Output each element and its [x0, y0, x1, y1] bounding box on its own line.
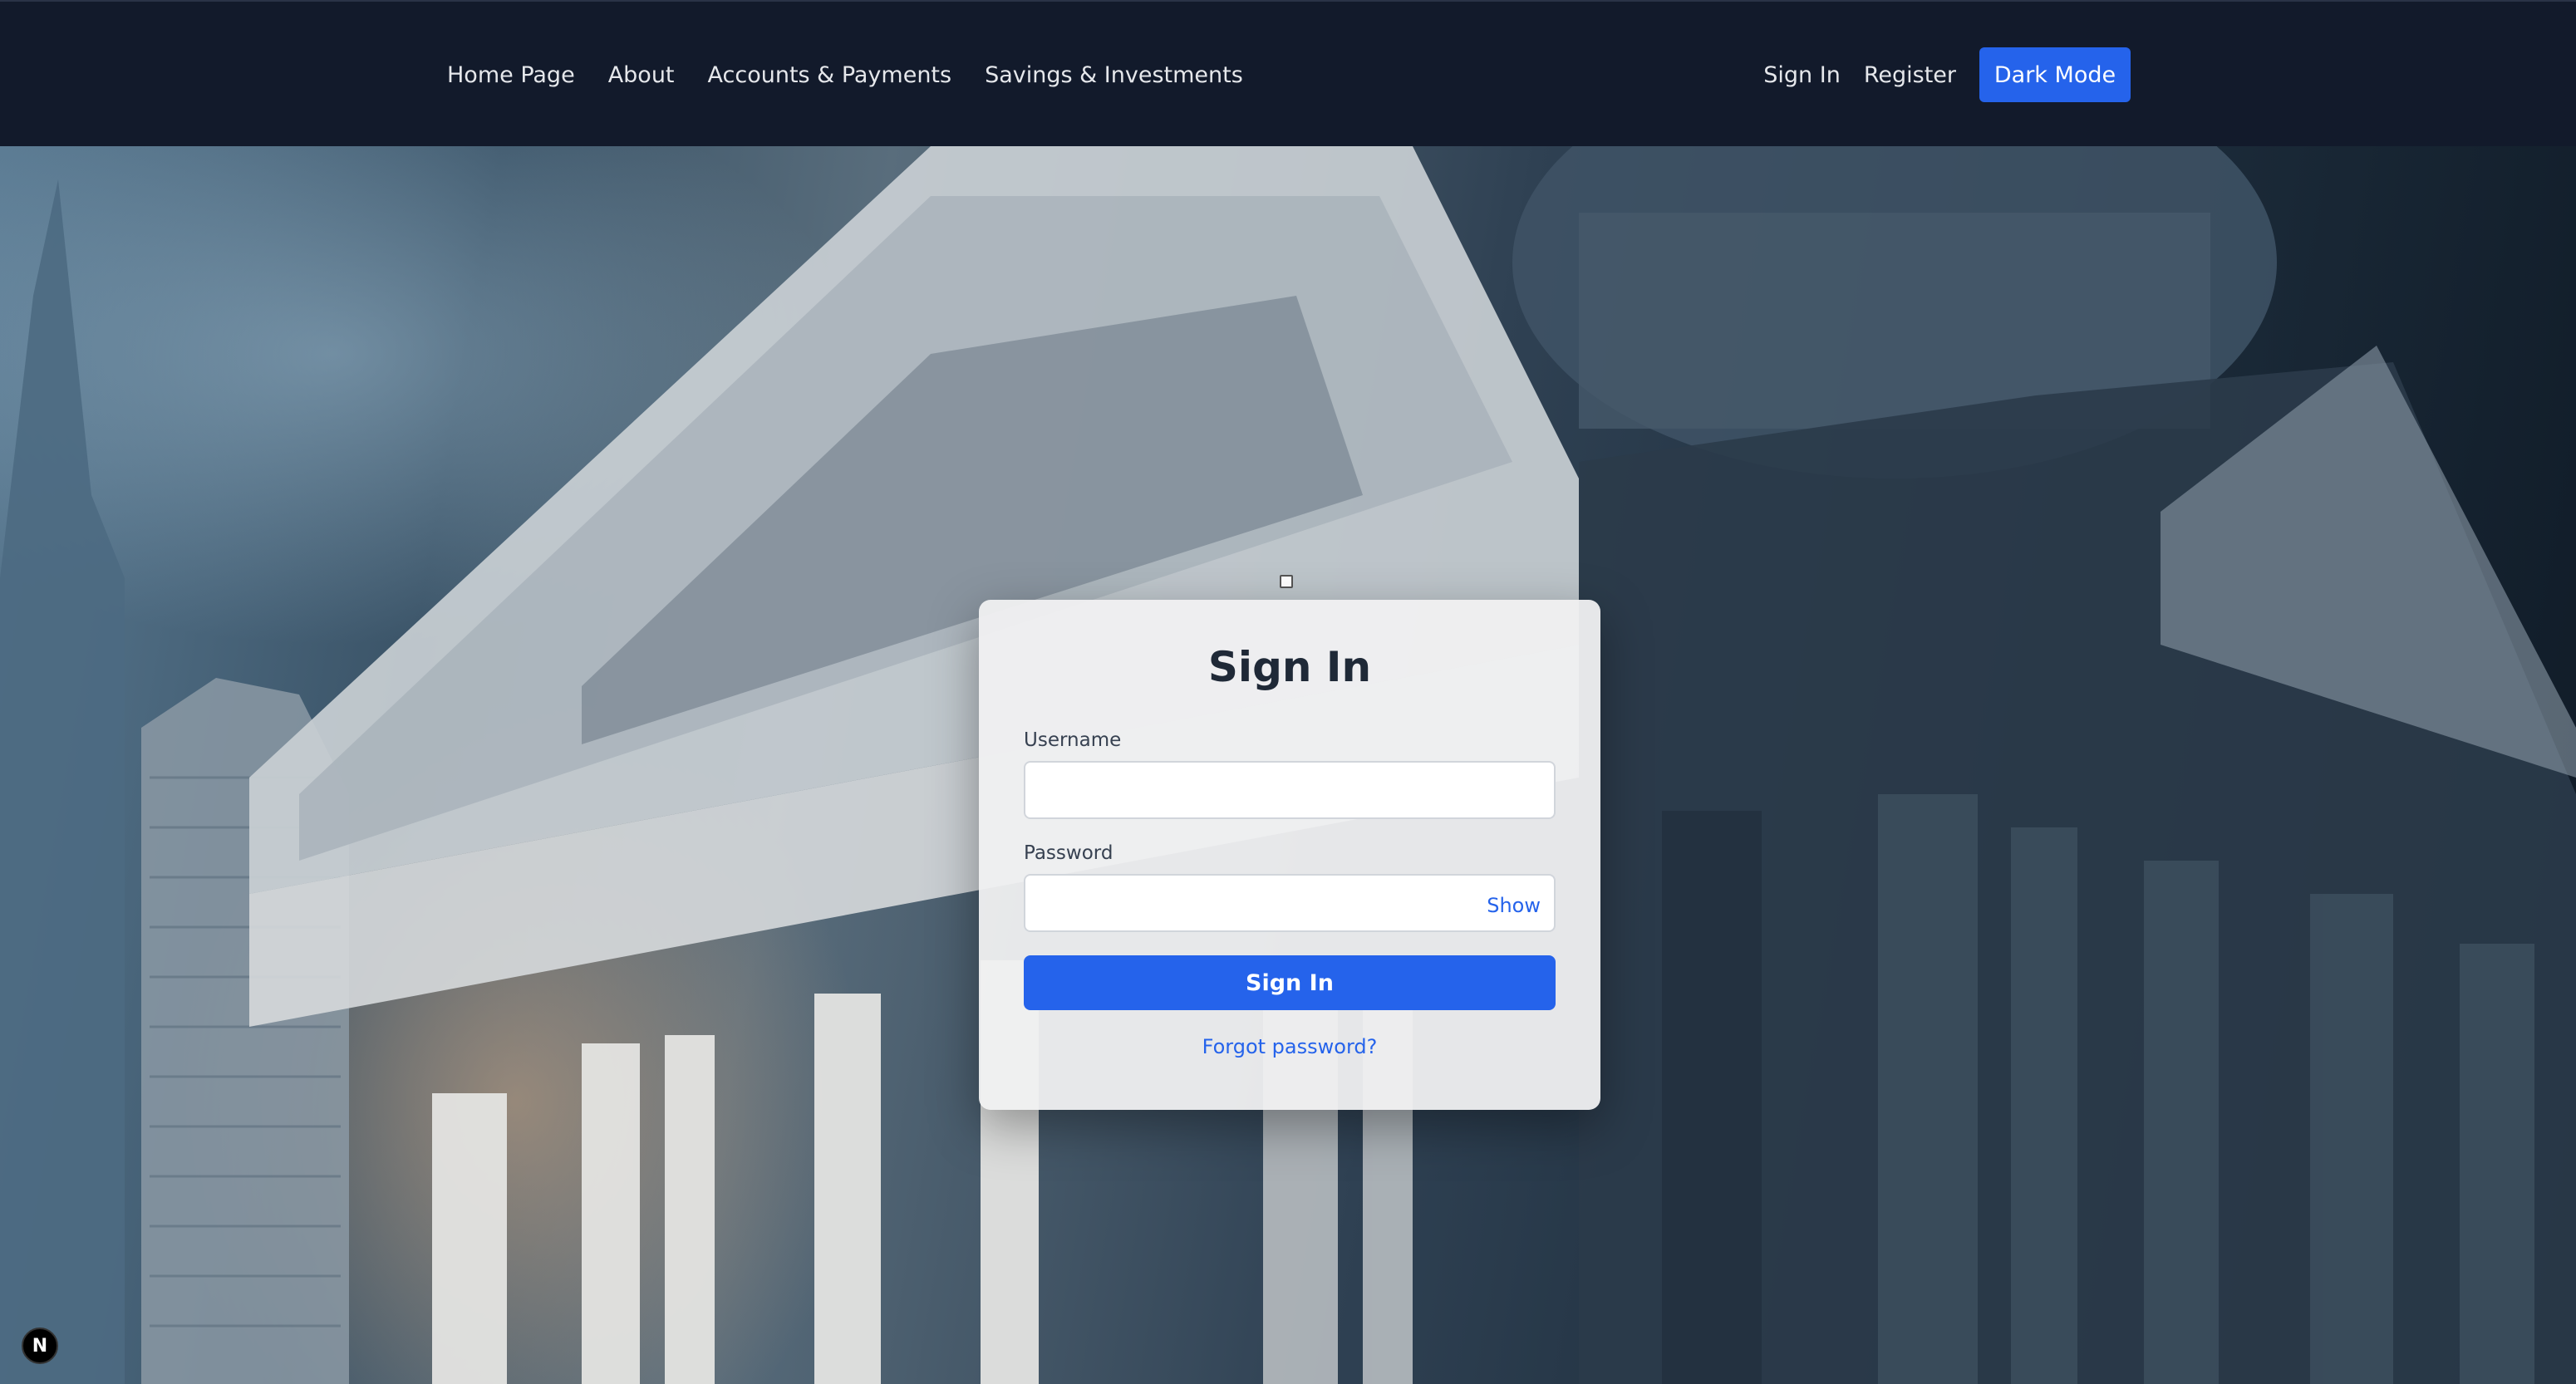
show-password-toggle[interactable]: Show: [1487, 894, 1541, 917]
username-label: Username: [1024, 729, 1122, 751]
sign-in-submit-button[interactable]: Sign In: [1024, 955, 1556, 1010]
small-checkbox[interactable]: [1280, 575, 1293, 588]
sign-in-title: Sign In: [1207, 643, 1372, 691]
nav-link-accounts-payments[interactable]: Accounts & Payments: [708, 62, 952, 88]
username-input[interactable]: [1024, 761, 1556, 819]
framework-badge-icon[interactable]: N: [22, 1328, 58, 1364]
password-input[interactable]: [1024, 874, 1556, 932]
nav-link-savings-investments[interactable]: Savings & Investments: [985, 62, 1243, 88]
nav-link-about[interactable]: About: [608, 62, 675, 88]
nav-link-sign-in[interactable]: Sign In: [1763, 62, 1841, 88]
password-label: Password: [1024, 842, 1113, 864]
forgot-password-link[interactable]: Forgot password?: [979, 1035, 1600, 1058]
top-navbar: Home Page About Accounts & Payments Savi…: [0, 0, 2576, 146]
nav-link-home[interactable]: Home Page: [447, 62, 575, 88]
nav-auth-links: Sign In Register Dark Mode: [1763, 2, 2131, 148]
dark-mode-button[interactable]: Dark Mode: [1979, 47, 2131, 102]
nav-main-links: Home Page About Accounts & Payments Savi…: [447, 2, 1243, 148]
sign-in-card: Sign In Username Password Show Sign In F…: [979, 600, 1600, 1110]
nav-link-register[interactable]: Register: [1864, 62, 1956, 88]
